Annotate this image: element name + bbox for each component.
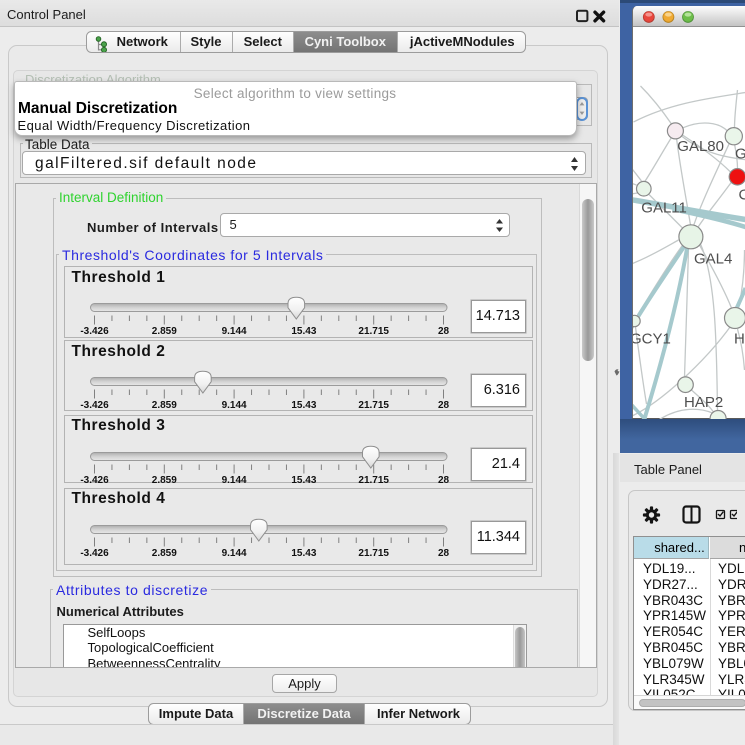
svg-text:GAL4: GAL4 (694, 251, 732, 268)
svg-text:HAP2: HAP2 (684, 394, 723, 411)
svg-text:GCY1: GCY1 (633, 331, 671, 348)
svg-text:HI: HI (734, 331, 745, 348)
svg-text:GAL80: GAL80 (677, 138, 724, 155)
svg-text:GA: GA (735, 146, 745, 163)
svg-text:GAL11: GAL11 (641, 200, 687, 217)
svg-text:C: C (738, 187, 745, 204)
